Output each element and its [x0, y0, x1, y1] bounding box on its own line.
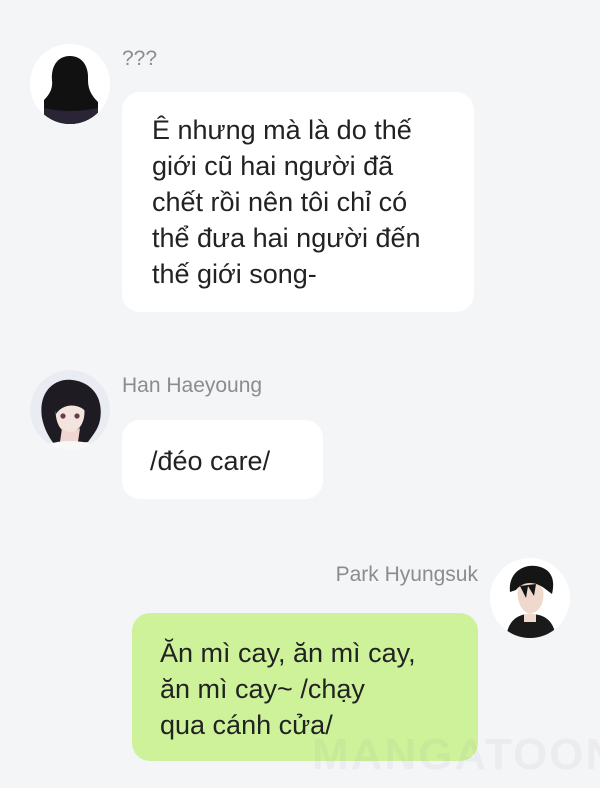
message-bubble: /đéo care/ — [122, 420, 323, 499]
sender-name: Han Haeyoung — [122, 374, 263, 397]
sender-name: Park Hyungsuk — [335, 563, 478, 586]
message-text: Ăn mì cay, ăn mì cay, ăn mì cay~ /chạy q… — [160, 638, 416, 740]
message-text: Ê nhưng mà là do thế giới cũ hai người đ… — [152, 115, 421, 289]
message-bubble: Ê nhưng mà là do thế giới cũ hai người đ… — [122, 92, 474, 312]
message-text: /đéo care/ — [150, 446, 271, 476]
sender-name: ??? — [122, 47, 158, 70]
watermark: MANGATOON — [312, 730, 600, 779]
han-haeyoung-avatar-icon[interactable] — [30, 370, 110, 450]
silhouette-avatar-icon[interactable] — [30, 44, 110, 124]
chat-thread: ??? Ê nhưng mà là do thế giới cũ hai ngư… — [0, 0, 600, 788]
park-hyungsuk-avatar-icon[interactable] — [490, 558, 570, 638]
